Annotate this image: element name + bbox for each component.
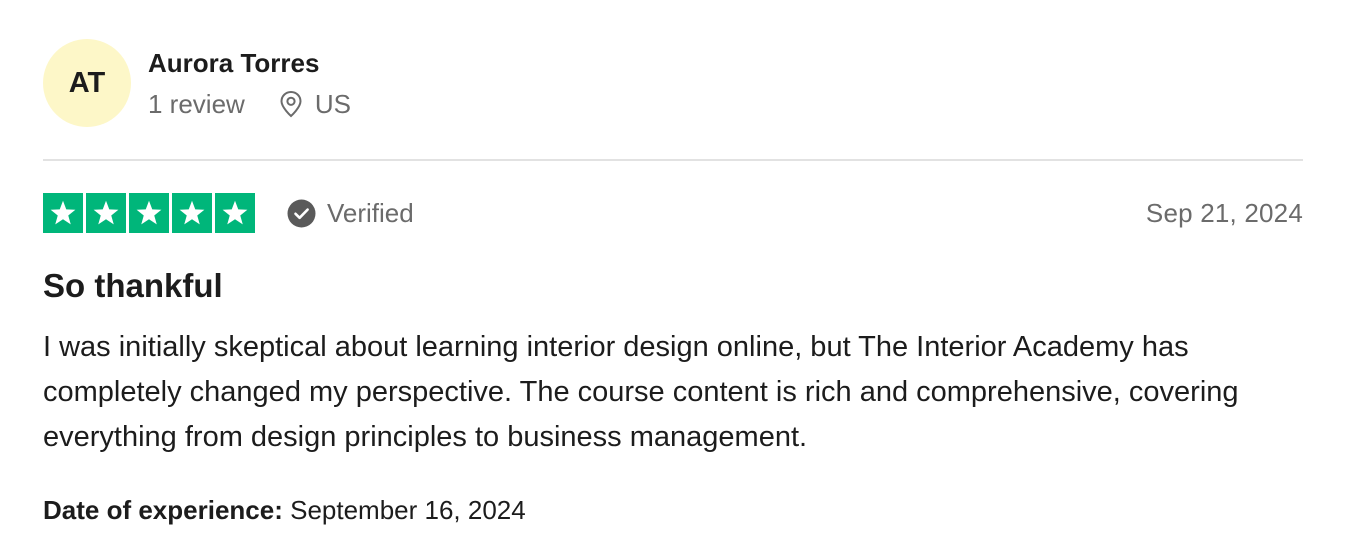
star-icon <box>172 193 212 233</box>
reviewer-header: AT Aurora Torres 1 review US <box>43 38 1303 128</box>
reviewer-location: US <box>279 89 351 119</box>
review-title[interactable]: So thankful <box>43 266 223 306</box>
reviewer-meta: 1 review US <box>148 89 351 119</box>
star-icon <box>129 193 169 233</box>
reviewer-info: Aurora Torres 1 review US <box>148 47 351 119</box>
check-circle-icon <box>287 199 316 227</box>
reviewer-name[interactable]: Aurora Torres <box>148 47 351 79</box>
experience-label: Date of experience: <box>43 495 283 525</box>
avatar[interactable]: AT <box>43 39 131 127</box>
verified-badge[interactable]: Verified <box>287 198 414 229</box>
review-count: 1 review <box>148 89 245 119</box>
map-pin-icon <box>280 90 302 118</box>
review-body: I was initially skeptical about learning… <box>43 331 1239 453</box>
rating-row: Verified Sep 21, 2024 <box>43 193 1303 233</box>
star-icon <box>215 193 255 233</box>
star-icon <box>43 193 83 233</box>
star-rating <box>43 193 255 233</box>
review-card: AT Aurora Torres 1 review US Verified Se… <box>43 38 1303 525</box>
verified-label: Verified <box>327 197 414 228</box>
avatar-initials: AT <box>68 66 106 99</box>
star-icon <box>86 193 126 233</box>
experience-date: September 16, 2024 <box>290 495 526 525</box>
location-label: US <box>314 89 351 119</box>
review-date: Sep 21, 2024 <box>1145 197 1303 228</box>
date-of-experience: Date of experience: September 16, 2024 <box>43 493 526 527</box>
divider <box>43 159 1303 161</box>
